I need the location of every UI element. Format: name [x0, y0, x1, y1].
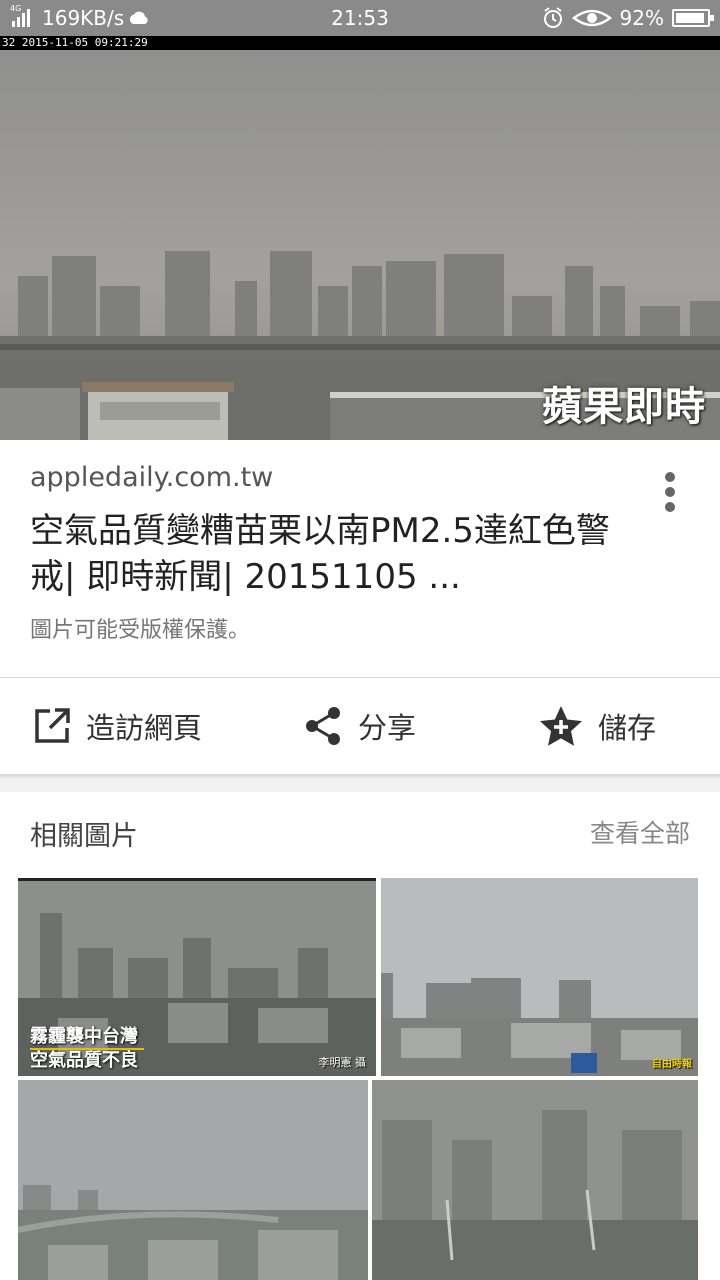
timestamp-overlay: 32 2015-11-05 09:21:29 — [0, 36, 720, 50]
alarm-icon — [543, 7, 562, 28]
save-button[interactable]: 儲存 — [538, 678, 656, 774]
network-speed: 169KB/s — [42, 6, 125, 30]
open-in-new-icon — [35, 708, 70, 743]
foggy-street-photo — [372, 1080, 698, 1280]
battery-percent: 92% — [619, 6, 664, 30]
eye-icon — [571, 9, 612, 27]
star-add-icon — [540, 706, 582, 746]
caption-line-1: 霧霾襲中台灣 — [30, 1026, 144, 1050]
section-separator — [0, 774, 720, 792]
view-all-link[interactable]: 查看全部 — [590, 814, 690, 850]
visit-page-label: 造訪網頁 — [86, 711, 203, 745]
related-image-4[interactable] — [372, 1080, 698, 1280]
visit-page-button[interactable]: 造訪網頁 — [32, 678, 202, 774]
source-domain[interactable]: appledaily.com.tw — [30, 462, 273, 493]
thumbnail-caption: 霧霾襲中台灣 空氣品質不良 — [30, 1026, 144, 1072]
related-images-header: 相關圖片 — [30, 821, 138, 852]
save-label: 儲存 — [598, 711, 657, 745]
copyright-notice: 圖片可能受版權保護。 — [30, 618, 251, 643]
battery-icon — [672, 9, 714, 27]
status-right: 92% — [542, 4, 714, 32]
caption-line-2: 空氣品質不良 — [30, 1050, 138, 1071]
related-image-2[interactable]: 自由時報 — [381, 878, 698, 1076]
result-title[interactable]: 空氣品質變糟苗栗以南PM2.5達紅色警戒| 即時新聞| 20151105 ... — [30, 508, 640, 600]
hazy-skyline-photo — [381, 878, 698, 1076]
watermark-logo: 蘋果即時 — [542, 384, 706, 430]
result-image[interactable]: 32 2015-11-05 09:21:29 蘋果即時 — [0, 36, 720, 440]
related-image-3[interactable] — [18, 1080, 368, 1280]
status-left: 4G 169KB/s — [10, 4, 150, 32]
photo-credit: 李明憲 攝 — [318, 1056, 367, 1069]
cloud-icon — [130, 11, 148, 24]
action-bar: 造訪網頁 分享 儲存 — [0, 678, 720, 774]
source-badge: 自由時報 — [652, 1059, 692, 1070]
signal-icon: 4G — [10, 4, 38, 29]
related-image-1[interactable]: 霧霾襲中台灣 空氣品質不良 李明憲 攝 — [18, 878, 376, 1076]
share-icon — [306, 707, 340, 745]
more-options-icon[interactable] — [652, 466, 688, 518]
grey-city-photo — [18, 1080, 368, 1280]
share-label: 分享 — [358, 711, 417, 745]
status-bar: 4G 169KB/s 21:53 92% — [0, 0, 720, 36]
share-button[interactable]: 分享 — [302, 678, 416, 774]
network-type-label: 4G — [10, 4, 22, 13]
